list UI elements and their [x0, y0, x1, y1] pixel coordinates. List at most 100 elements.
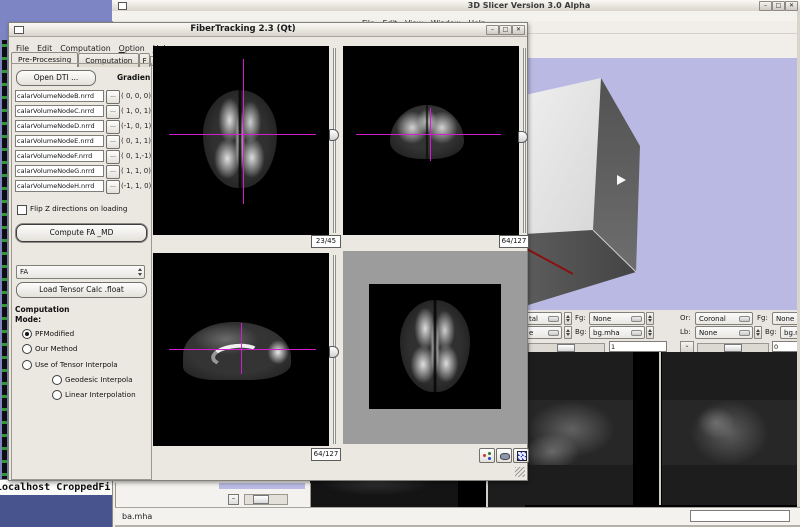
label-dropdown-left[interactable]: e — [525, 326, 562, 339]
viewport-black-margin — [458, 479, 486, 507]
collapse-button[interactable]: – — [228, 494, 239, 505]
chevron-down-icon[interactable]: ⌄ — [680, 341, 694, 352]
flip-z-checkbox[interactable] — [17, 205, 27, 215]
fg-dropdown-left[interactable]: None — [589, 312, 645, 325]
mini-slider[interactable] — [244, 494, 288, 505]
bottom-left-viewport[interactable] — [310, 479, 525, 507]
coronal-slice-viewport[interactable] — [662, 352, 797, 505]
browse-button[interactable]: ... — [106, 90, 120, 104]
camera-icon — [500, 453, 510, 460]
gradient-header: Gradien — [117, 73, 150, 82]
axial-slice-slider[interactable] — [331, 46, 339, 235]
orientation-dropdown-left[interactable]: tal — [525, 312, 562, 325]
volume-file-input[interactable] — [15, 165, 104, 177]
bg-dropdown-left[interactable]: bg.mha — [589, 326, 645, 339]
offset-spinner[interactable] — [564, 312, 572, 325]
slider-handle[interactable] — [724, 344, 742, 352]
volume-file-input[interactable] — [15, 105, 104, 117]
gradient-value: ( 1, 0, 1) — [121, 105, 151, 118]
close-icon[interactable]: ✕ — [785, 1, 798, 11]
capture-button[interactable] — [496, 448, 512, 463]
dialog-title-bar[interactable]: FiberTracking 2.3 (Qt) – □ ✕ — [9, 23, 527, 37]
slider-handle[interactable] — [557, 344, 575, 352]
maximize-icon[interactable]: □ — [772, 1, 785, 11]
lavender-strip — [219, 483, 305, 489]
bg-spinner[interactable] — [646, 326, 654, 339]
open-dti-button[interactable]: Open DTI ... — [16, 70, 96, 86]
bg-dropdown-right[interactable]: bg.mha — [780, 326, 797, 339]
browse-button[interactable]: ... — [106, 105, 120, 119]
minimize-icon[interactable]: – — [486, 25, 499, 35]
slider-handle[interactable] — [518, 131, 528, 143]
browse-button[interactable]: ... — [106, 135, 120, 149]
maximize-icon[interactable]: □ — [499, 25, 512, 35]
status-bar: ba.mha — [115, 507, 800, 527]
axial-faint-image — [320, 479, 460, 503]
coronal-slice-slider[interactable] — [521, 46, 527, 235]
label-spinner[interactable] — [564, 326, 572, 339]
gradient-value: (-1, 1, 0) — [121, 180, 151, 193]
sagittal-viewport[interactable] — [153, 253, 329, 446]
tab-bar: Pre-ProcessingComputationF◂▸ — [11, 48, 161, 63]
main-window-title: 3D Slicer Version 3.0 Alpha — [112, 0, 800, 11]
compute-fa-md-button[interactable]: Compute FA _MD — [16, 224, 147, 242]
browse-button[interactable]: ... — [106, 150, 120, 164]
slider-handle[interactable] — [329, 346, 339, 358]
slider-handle[interactable] — [329, 129, 339, 141]
radio-linear[interactable] — [52, 390, 62, 400]
measure-dropdown[interactable]: FA — [16, 265, 145, 279]
radio-our-method-label: Our Method — [35, 344, 77, 354]
radio-geodesic[interactable] — [52, 375, 62, 385]
fg-dropdown-right[interactable]: None — [772, 312, 797, 325]
glyph-display-button[interactable] — [479, 448, 495, 463]
fg-spinner[interactable] — [646, 312, 654, 325]
slider-handle[interactable] — [253, 495, 269, 504]
file-row: ... (-1, 1, 0) — [12, 180, 151, 193]
slice-slider-left[interactable] — [528, 343, 605, 352]
slice-controllers: tal Fg: None e Bg: bg.mha Or: Coronal Fg… — [525, 310, 797, 352]
browse-button[interactable]: ... — [106, 165, 120, 179]
mode-header-line2: Mode: — [15, 315, 41, 324]
load-tensor-button[interactable]: Load Tensor Calc .float — [16, 282, 147, 298]
sagittal-slice-slider[interactable] — [331, 253, 339, 446]
layout-button[interactable] — [513, 448, 529, 463]
lb-dropdown-right[interactable]: None — [695, 326, 753, 339]
volume-file-input[interactable] — [15, 120, 104, 132]
coronal-brain-image — [390, 105, 464, 159]
terminal-body[interactable] — [0, 495, 115, 527]
volume-file-input[interactable] — [15, 180, 104, 192]
resize-grip[interactable] — [515, 467, 525, 477]
crosshair-horizontal — [169, 349, 316, 350]
slice-offset-field-right[interactable] — [772, 341, 797, 352]
sagittal-slice-viewport[interactable] — [525, 352, 658, 505]
terminal-edge — [2, 40, 7, 527]
threed-view[interactable] — [525, 58, 797, 310]
minimize-icon[interactable]: – — [759, 1, 772, 11]
file-row: ... (-1, 0, 1) — [12, 120, 151, 133]
gradient-value: ( 0, 0, 0) — [121, 90, 151, 103]
preview-panel[interactable] — [343, 251, 527, 444]
terminal-title-strip[interactable]: localhost CroppedFi — [0, 479, 114, 496]
axial-viewport[interactable] — [153, 46, 329, 235]
radio-pfmodified[interactable] — [22, 329, 32, 339]
orientation-dropdown-right[interactable]: Coronal — [695, 312, 753, 325]
volume-file-input[interactable] — [15, 135, 104, 147]
slice-offset-field-left[interactable] — [609, 341, 667, 352]
file-row: ... ( 0, 1,-1) — [12, 150, 151, 163]
checker-grid-icon — [517, 451, 527, 461]
slice-slider-right[interactable] — [697, 343, 769, 352]
volume-file-input[interactable] — [15, 150, 104, 162]
status-input[interactable] — [690, 510, 790, 522]
corpus-callosum-arc — [210, 341, 262, 369]
browse-button[interactable]: ... — [106, 120, 120, 134]
crosshair-horizontal — [356, 134, 501, 135]
lb-spinner[interactable] — [754, 326, 762, 339]
mode-header-line1: Computation — [15, 305, 69, 314]
radio-our-method[interactable] — [22, 344, 32, 354]
lb-label: Lb: — [680, 326, 691, 339]
coronal-viewport[interactable] — [343, 46, 519, 235]
radio-tensor-interpolation[interactable] — [22, 360, 32, 370]
browse-button[interactable]: ... — [106, 180, 120, 194]
volume-file-input[interactable] — [15, 90, 104, 102]
close-icon[interactable]: ✕ — [512, 25, 525, 35]
